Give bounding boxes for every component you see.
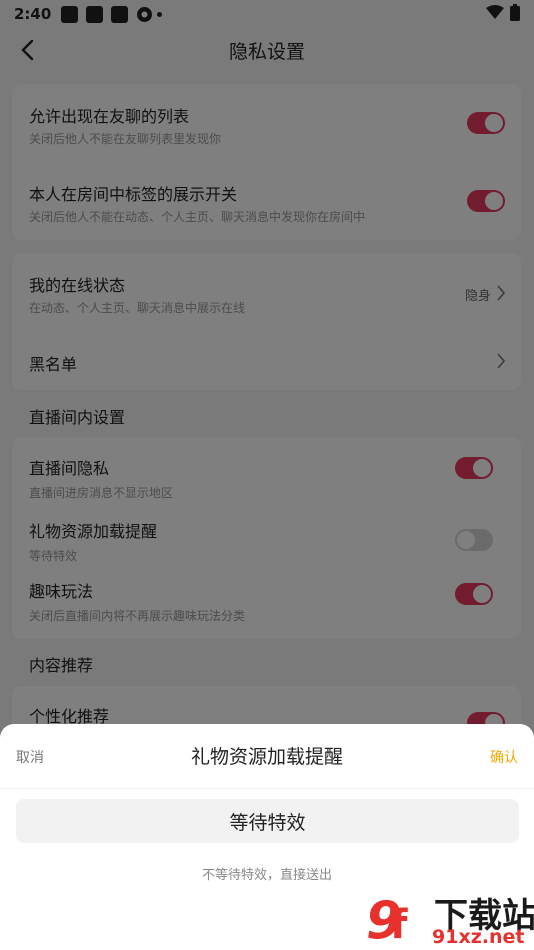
watermark-url: 91xz.net	[432, 926, 525, 948]
confirm-button[interactable]: 确认	[490, 747, 518, 767]
cancel-button[interactable]: 取消	[16, 747, 44, 767]
site-watermark: 9 f 下载站 91xz.net	[364, 888, 534, 950]
svg-text:f: f	[390, 902, 408, 948]
option-no-wait[interactable]: 不等待特效，直接送出	[0, 864, 534, 883]
sheet-title: 礼物资源加载提醒	[190, 746, 343, 768]
sheet-divider	[0, 788, 534, 789]
option-wait-effect[interactable]: 等待特效	[16, 799, 519, 843]
